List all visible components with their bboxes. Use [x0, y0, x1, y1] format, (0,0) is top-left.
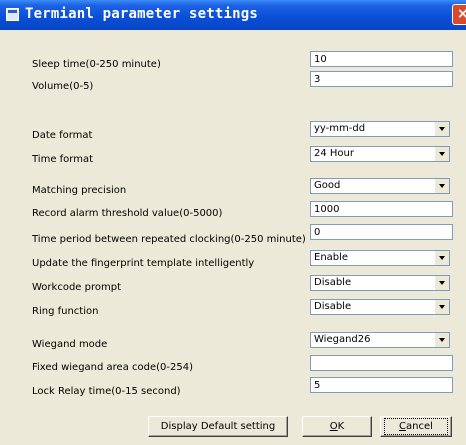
- wiegand-mode-label: Wiegand mode: [32, 339, 108, 350]
- chevron-down-icon[interactable]: [434, 179, 449, 193]
- matching-precision-label: Matching precision: [32, 185, 127, 196]
- time-format-value: 24 Hour: [314, 148, 354, 159]
- chevron-down-icon[interactable]: [434, 276, 449, 290]
- matching-precision-select[interactable]: Good: [310, 178, 450, 194]
- wiegand-area-code-input[interactable]: [310, 355, 453, 371]
- repeat-clocking-label: Time period between repeated clocking(0-…: [32, 234, 306, 245]
- time-format-select[interactable]: 24 Hour: [310, 146, 450, 162]
- ring-function-select[interactable]: Disable: [310, 299, 450, 315]
- chevron-down-icon[interactable]: [434, 147, 449, 161]
- chevron-down-icon[interactable]: [434, 122, 449, 136]
- date-format-value: yy-mm-dd: [314, 123, 366, 134]
- fingerprint-update-value: Enable: [314, 252, 349, 263]
- wiegand-mode-value: Wiegand26: [314, 334, 371, 345]
- sleep-time-label: Sleep time(0-250 minute): [32, 59, 161, 70]
- display-default-button[interactable]: Display Default setting: [148, 416, 288, 437]
- alarm-threshold-label: Record alarm threshold value(0-5000): [32, 208, 223, 219]
- ok-label: OK: [329, 421, 345, 432]
- chevron-down-icon[interactable]: [434, 251, 449, 265]
- title-bar: Termianl parameter settings ×: [0, 0, 466, 30]
- wiegand-mode-select[interactable]: Wiegand26: [310, 332, 450, 348]
- lock-relay-time-label: Lock Relay time(0-15 second): [32, 386, 181, 397]
- ring-function-label: Ring function: [32, 306, 99, 317]
- date-format-label: Date format: [32, 130, 93, 141]
- wiegand-area-code-label: Fixed wiegand area code(0-254): [32, 362, 193, 373]
- chevron-down-icon[interactable]: [434, 333, 449, 347]
- alarm-threshold-input[interactable]: [310, 201, 453, 217]
- lock-relay-time-input[interactable]: [310, 377, 453, 393]
- repeat-clocking-input[interactable]: [310, 224, 453, 240]
- display-default-label: Display Default setting: [160, 421, 276, 432]
- fingerprint-update-label: Update the fingerprint template intellig…: [32, 258, 255, 269]
- chevron-down-icon[interactable]: [434, 300, 449, 314]
- time-format-label: Time format: [32, 154, 94, 165]
- ok-button[interactable]: OK: [302, 416, 372, 437]
- close-button[interactable]: ×: [452, 4, 466, 25]
- cancel-label: Cancel: [384, 418, 448, 435]
- matching-precision-value: Good: [314, 180, 341, 191]
- sleep-time-input[interactable]: [310, 51, 453, 67]
- cancel-button[interactable]: Cancel: [380, 416, 452, 437]
- workcode-prompt-label: Workcode prompt: [32, 282, 121, 293]
- workcode-prompt-value: Disable: [314, 277, 352, 288]
- workcode-prompt-select[interactable]: Disable: [310, 275, 450, 291]
- volume-label: Volume(0-5): [32, 81, 94, 92]
- ring-function-value: Disable: [314, 301, 352, 312]
- volume-input[interactable]: [310, 71, 453, 87]
- date-format-select[interactable]: yy-mm-dd: [310, 121, 450, 137]
- app-icon: [6, 8, 19, 21]
- window-title: Termianl parameter settings: [25, 6, 258, 22]
- fingerprint-update-select[interactable]: Enable: [310, 250, 450, 266]
